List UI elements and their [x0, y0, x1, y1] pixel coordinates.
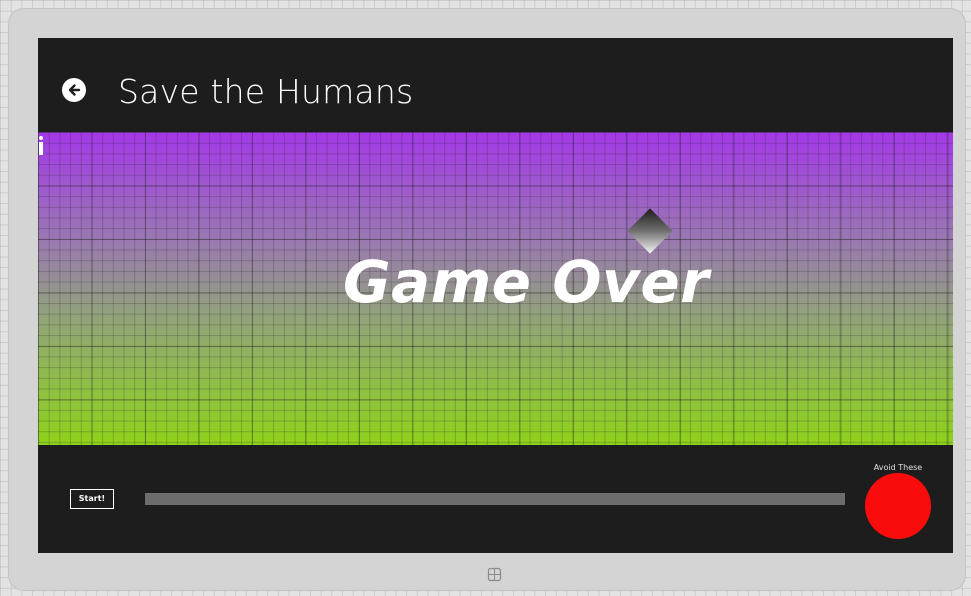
human-icon[interactable]: [38, 136, 45, 156]
progress-bar: [145, 493, 845, 505]
bottom-bar: Start! Avoid These: [38, 445, 953, 553]
enemy-circle-icon[interactable]: [865, 473, 931, 539]
progress-fill: [145, 493, 845, 505]
play-area[interactable]: Game Over: [38, 132, 953, 445]
enemy-legend-label: Avoid These: [873, 463, 923, 472]
start-button[interactable]: Start!: [70, 489, 114, 509]
page-title: Save the Humans: [118, 72, 414, 111]
human-head: [39, 136, 43, 140]
back-arrow-icon: [68, 84, 81, 96]
app-screen: Save the Humans Game Over Start! Avoid T…: [38, 38, 953, 553]
windows-logo-icon[interactable]: [487, 567, 502, 582]
back-button[interactable]: [62, 78, 86, 102]
windows-logo-svg: [487, 567, 502, 582]
page-header: Save the Humans: [38, 38, 953, 132]
human-body: [39, 142, 43, 155]
game-over-text: Game Over: [343, 248, 710, 316]
